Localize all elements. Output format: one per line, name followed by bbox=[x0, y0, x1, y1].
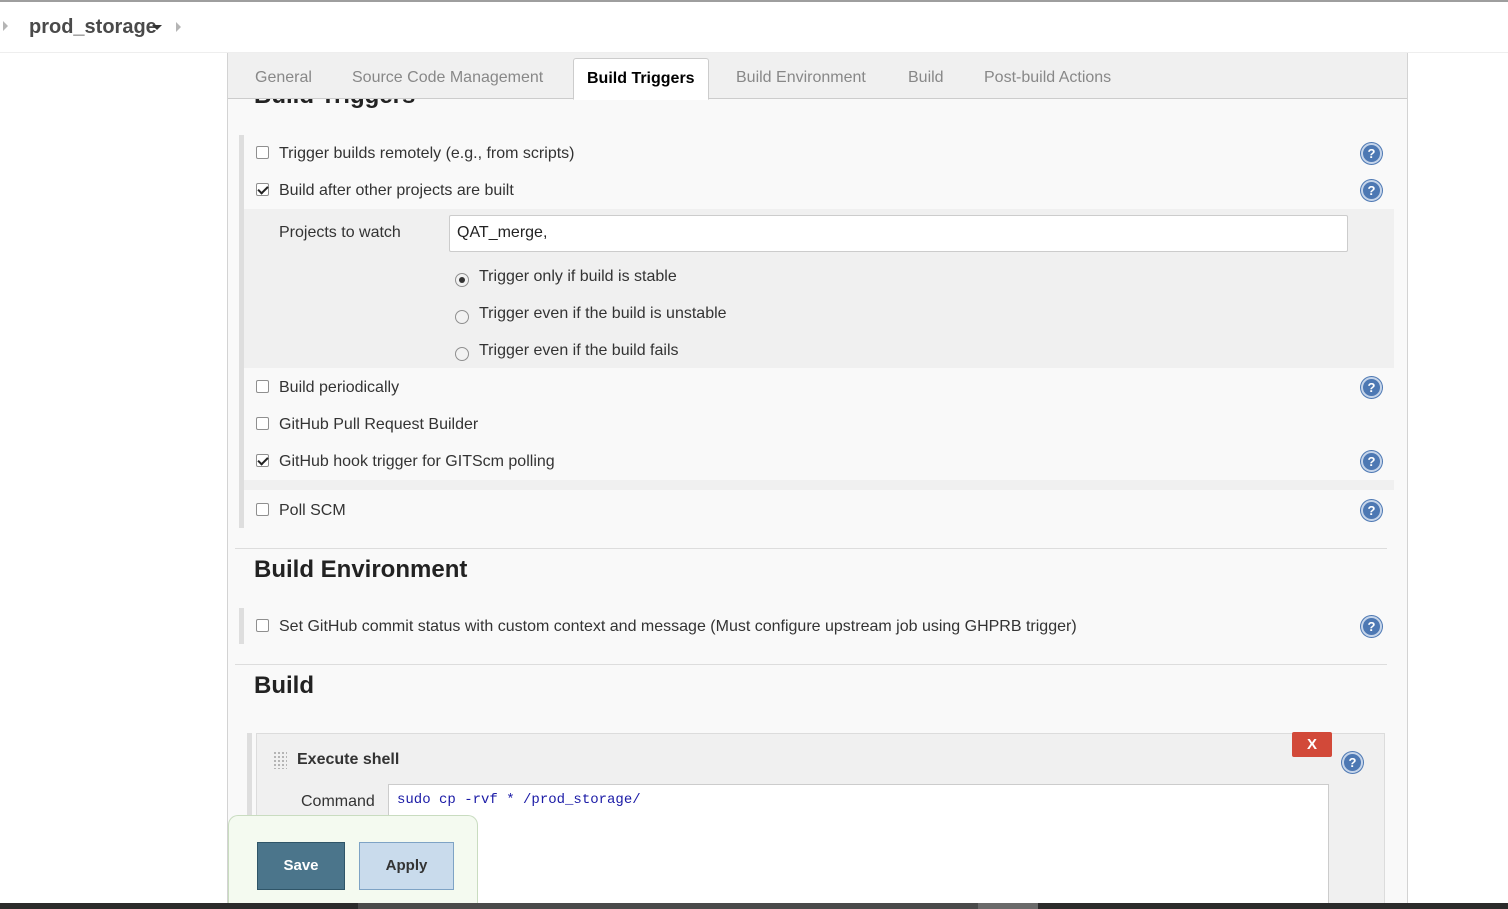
command-label: Command bbox=[301, 793, 375, 810]
build-environment-heading: Build Environment bbox=[254, 556, 468, 583]
trigger-fails-radio[interactable] bbox=[455, 347, 469, 361]
execute-shell-title: Execute shell bbox=[297, 751, 400, 768]
projects-to-watch-label: Projects to watch bbox=[279, 224, 401, 241]
ghprb-checkbox[interactable] bbox=[256, 417, 269, 430]
build-heading: Build bbox=[254, 672, 314, 699]
section-divider bbox=[235, 664, 1387, 665]
github-hook-options bbox=[244, 480, 1394, 490]
build-periodically-checkbox[interactable] bbox=[256, 380, 269, 393]
help-icon[interactable]: ? bbox=[1361, 616, 1382, 637]
config-panel: General Source Code Management Build Tri… bbox=[227, 53, 1408, 909]
trigger-stable-label: Trigger only if build is stable bbox=[479, 268, 677, 285]
save-button[interactable]: Save bbox=[257, 842, 345, 890]
github-hook-checkbox[interactable] bbox=[256, 454, 269, 467]
help-icon[interactable]: ? bbox=[1361, 377, 1382, 398]
breadcrumb: prod_storage bbox=[0, 2, 1508, 53]
breadcrumb-project-link[interactable]: prod_storage bbox=[29, 16, 157, 39]
tab-build-triggers[interactable]: Build Triggers bbox=[573, 58, 709, 100]
apply-button[interactable]: Apply bbox=[359, 842, 454, 890]
poll-scm-checkbox[interactable] bbox=[256, 503, 269, 516]
trigger-remote-checkbox[interactable] bbox=[256, 146, 269, 159]
help-icon[interactable]: ? bbox=[1361, 143, 1382, 164]
trigger-unstable-label: Trigger even if the build is unstable bbox=[479, 305, 727, 322]
taskbar-window[interactable] bbox=[978, 903, 1038, 909]
help-icon[interactable]: ? bbox=[1361, 180, 1382, 201]
help-icon[interactable]: ? bbox=[1361, 500, 1382, 521]
help-icon[interactable]: ? bbox=[1342, 752, 1363, 773]
trigger-fails-label: Trigger even if the build fails bbox=[479, 342, 679, 359]
tab-post-build-actions[interactable]: Post-build Actions bbox=[984, 69, 1111, 87]
section-left-rule bbox=[239, 608, 244, 644]
chevron-down-icon[interactable] bbox=[152, 25, 162, 30]
command-textarea[interactable]: sudo cp -rvf * /prod_storage/ bbox=[388, 784, 1329, 909]
delete-step-button[interactable]: X bbox=[1292, 732, 1332, 757]
build-periodically-label: Build periodically bbox=[279, 379, 400, 396]
trigger-unstable-radio[interactable] bbox=[455, 310, 469, 324]
breadcrumb-separator-icon bbox=[176, 22, 181, 32]
commit-status-label: Set GitHub commit status with custom con… bbox=[279, 618, 1077, 635]
github-hook-label: GitHub hook trigger for GITScm polling bbox=[279, 453, 555, 470]
section-divider bbox=[235, 548, 1387, 549]
config-tabbar: General Source Code Management Build Tri… bbox=[228, 53, 1407, 100]
os-taskbar bbox=[0, 903, 1508, 909]
commit-status-checkbox[interactable] bbox=[256, 619, 269, 632]
ghprb-label: GitHub Pull Request Builder bbox=[279, 416, 479, 433]
tab-build[interactable]: Build bbox=[908, 69, 944, 87]
help-icon[interactable]: ? bbox=[1361, 451, 1382, 472]
poll-scm-label: Poll SCM bbox=[279, 502, 346, 519]
trigger-stable-radio[interactable] bbox=[455, 273, 469, 287]
drag-handle-icon[interactable] bbox=[273, 751, 287, 769]
tab-source-code-management[interactable]: Source Code Management bbox=[352, 69, 543, 87]
breadcrumb-arrow-icon[interactable] bbox=[3, 21, 8, 31]
projects-to-watch-input[interactable]: QAT_merge, bbox=[449, 215, 1348, 252]
trigger-remote-label: Trigger builds remotely (e.g., from scri… bbox=[279, 145, 575, 162]
taskbar-window[interactable] bbox=[358, 903, 978, 909]
save-apply-bar: Save Apply bbox=[228, 815, 478, 909]
build-after-other-checkbox[interactable] bbox=[256, 183, 269, 196]
tab-general[interactable]: General bbox=[255, 69, 312, 87]
tab-build-environment[interactable]: Build Environment bbox=[736, 69, 866, 87]
build-after-other-label: Build after other projects are built bbox=[279, 182, 514, 199]
